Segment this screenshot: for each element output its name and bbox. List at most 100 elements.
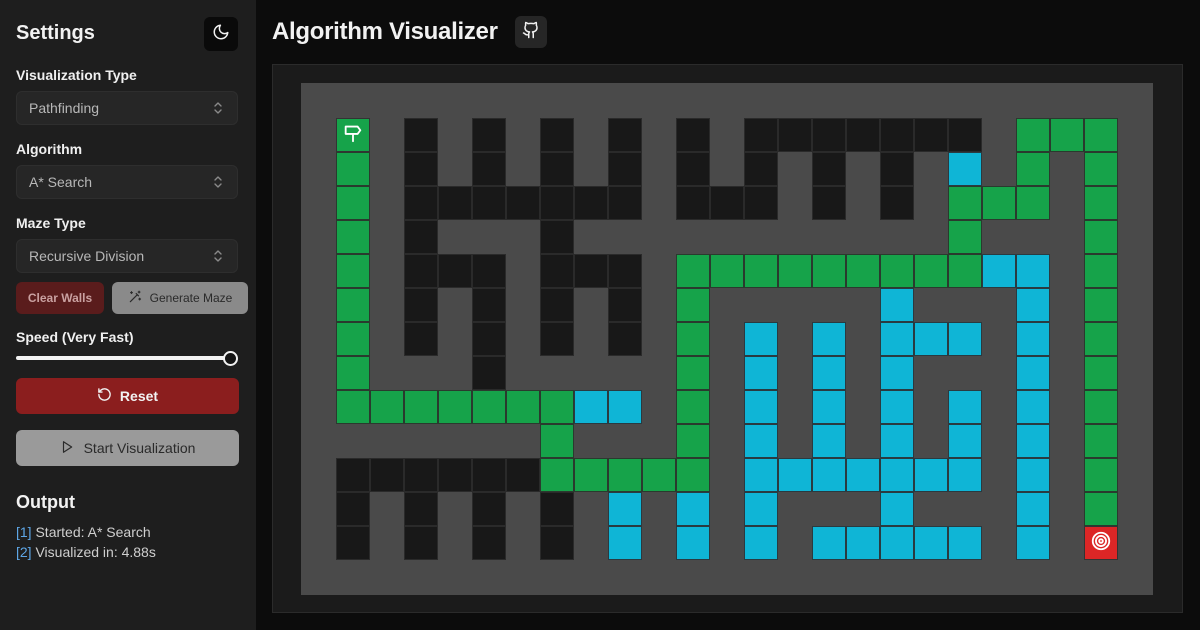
visited-cell[interactable]	[1016, 492, 1050, 526]
path-cell[interactable]	[812, 254, 846, 288]
wall-cell[interactable]	[676, 152, 710, 186]
wall-cell[interactable]	[914, 118, 948, 152]
path-cell[interactable]	[982, 186, 1016, 220]
path-cell[interactable]	[540, 458, 574, 492]
path-cell[interactable]	[1084, 220, 1118, 254]
path-cell[interactable]	[880, 254, 914, 288]
wall-cell[interactable]	[472, 118, 506, 152]
path-cell[interactable]	[948, 254, 982, 288]
wall-cell[interactable]	[472, 458, 506, 492]
visited-cell[interactable]	[574, 390, 608, 424]
path-cell[interactable]	[676, 254, 710, 288]
wall-cell[interactable]	[472, 254, 506, 288]
path-cell[interactable]	[336, 390, 370, 424]
wall-cell[interactable]	[608, 118, 642, 152]
path-cell[interactable]	[336, 152, 370, 186]
path-cell[interactable]	[1084, 492, 1118, 526]
path-cell[interactable]	[846, 254, 880, 288]
path-cell[interactable]	[336, 288, 370, 322]
wall-cell[interactable]	[540, 322, 574, 356]
visited-cell[interactable]	[1016, 254, 1050, 288]
wall-cell[interactable]	[540, 118, 574, 152]
wall-cell[interactable]	[540, 526, 574, 560]
wall-cell[interactable]	[812, 186, 846, 220]
path-cell[interactable]	[948, 220, 982, 254]
wall-cell[interactable]	[676, 186, 710, 220]
wall-cell[interactable]	[472, 492, 506, 526]
path-cell[interactable]	[1084, 254, 1118, 288]
wall-cell[interactable]	[880, 118, 914, 152]
maze-grid[interactable]	[301, 83, 1153, 595]
path-cell[interactable]	[1084, 458, 1118, 492]
wall-cell[interactable]	[404, 152, 438, 186]
visited-cell[interactable]	[676, 492, 710, 526]
path-cell[interactable]	[404, 390, 438, 424]
visited-cell[interactable]	[880, 288, 914, 322]
visited-cell[interactable]	[812, 322, 846, 356]
wall-cell[interactable]	[540, 186, 574, 220]
path-cell[interactable]	[948, 186, 982, 220]
visited-cell[interactable]	[744, 390, 778, 424]
visited-cell[interactable]	[880, 322, 914, 356]
path-cell[interactable]	[1016, 186, 1050, 220]
wall-cell[interactable]	[608, 288, 642, 322]
visited-cell[interactable]	[744, 458, 778, 492]
visited-cell[interactable]	[608, 390, 642, 424]
visited-cell[interactable]	[1016, 356, 1050, 390]
wall-cell[interactable]	[370, 458, 404, 492]
wall-cell[interactable]	[404, 186, 438, 220]
wall-cell[interactable]	[472, 526, 506, 560]
path-cell[interactable]	[1084, 118, 1118, 152]
wall-cell[interactable]	[336, 526, 370, 560]
visited-cell[interactable]	[914, 458, 948, 492]
wall-cell[interactable]	[336, 492, 370, 526]
path-cell[interactable]	[438, 390, 472, 424]
wall-cell[interactable]	[744, 118, 778, 152]
path-cell[interactable]	[1084, 152, 1118, 186]
wall-cell[interactable]	[608, 322, 642, 356]
visited-cell[interactable]	[812, 458, 846, 492]
wall-cell[interactable]	[574, 186, 608, 220]
path-cell[interactable]	[336, 356, 370, 390]
wall-cell[interactable]	[948, 118, 982, 152]
wall-cell[interactable]	[404, 288, 438, 322]
wall-cell[interactable]	[472, 322, 506, 356]
wall-cell[interactable]	[540, 288, 574, 322]
visited-cell[interactable]	[982, 254, 1016, 288]
path-cell[interactable]	[370, 390, 404, 424]
visited-cell[interactable]	[880, 356, 914, 390]
visited-cell[interactable]	[744, 526, 778, 560]
wall-cell[interactable]	[438, 186, 472, 220]
target-node[interactable]	[1084, 526, 1118, 560]
visited-cell[interactable]	[778, 458, 812, 492]
path-cell[interactable]	[336, 220, 370, 254]
path-cell[interactable]	[676, 390, 710, 424]
wall-cell[interactable]	[574, 254, 608, 288]
path-cell[interactable]	[1050, 118, 1084, 152]
visited-cell[interactable]	[1016, 458, 1050, 492]
wall-cell[interactable]	[676, 118, 710, 152]
visited-cell[interactable]	[948, 458, 982, 492]
speed-slider-thumb[interactable]	[223, 351, 238, 366]
visited-cell[interactable]	[1016, 322, 1050, 356]
start-visualization-button[interactable]: Start Visualization	[16, 430, 239, 466]
wall-cell[interactable]	[778, 118, 812, 152]
wall-cell[interactable]	[506, 458, 540, 492]
visited-cell[interactable]	[948, 390, 982, 424]
theme-toggle-button[interactable]	[204, 17, 238, 51]
path-cell[interactable]	[1084, 288, 1118, 322]
path-cell[interactable]	[506, 390, 540, 424]
path-cell[interactable]	[676, 424, 710, 458]
path-cell[interactable]	[1084, 356, 1118, 390]
wall-cell[interactable]	[608, 186, 642, 220]
visited-cell[interactable]	[948, 152, 982, 186]
path-cell[interactable]	[1084, 186, 1118, 220]
wall-cell[interactable]	[438, 458, 472, 492]
speed-slider[interactable]	[16, 350, 238, 368]
visited-cell[interactable]	[948, 526, 982, 560]
wall-cell[interactable]	[540, 152, 574, 186]
path-cell[interactable]	[1084, 390, 1118, 424]
path-cell[interactable]	[336, 322, 370, 356]
wall-cell[interactable]	[812, 118, 846, 152]
visited-cell[interactable]	[1016, 424, 1050, 458]
